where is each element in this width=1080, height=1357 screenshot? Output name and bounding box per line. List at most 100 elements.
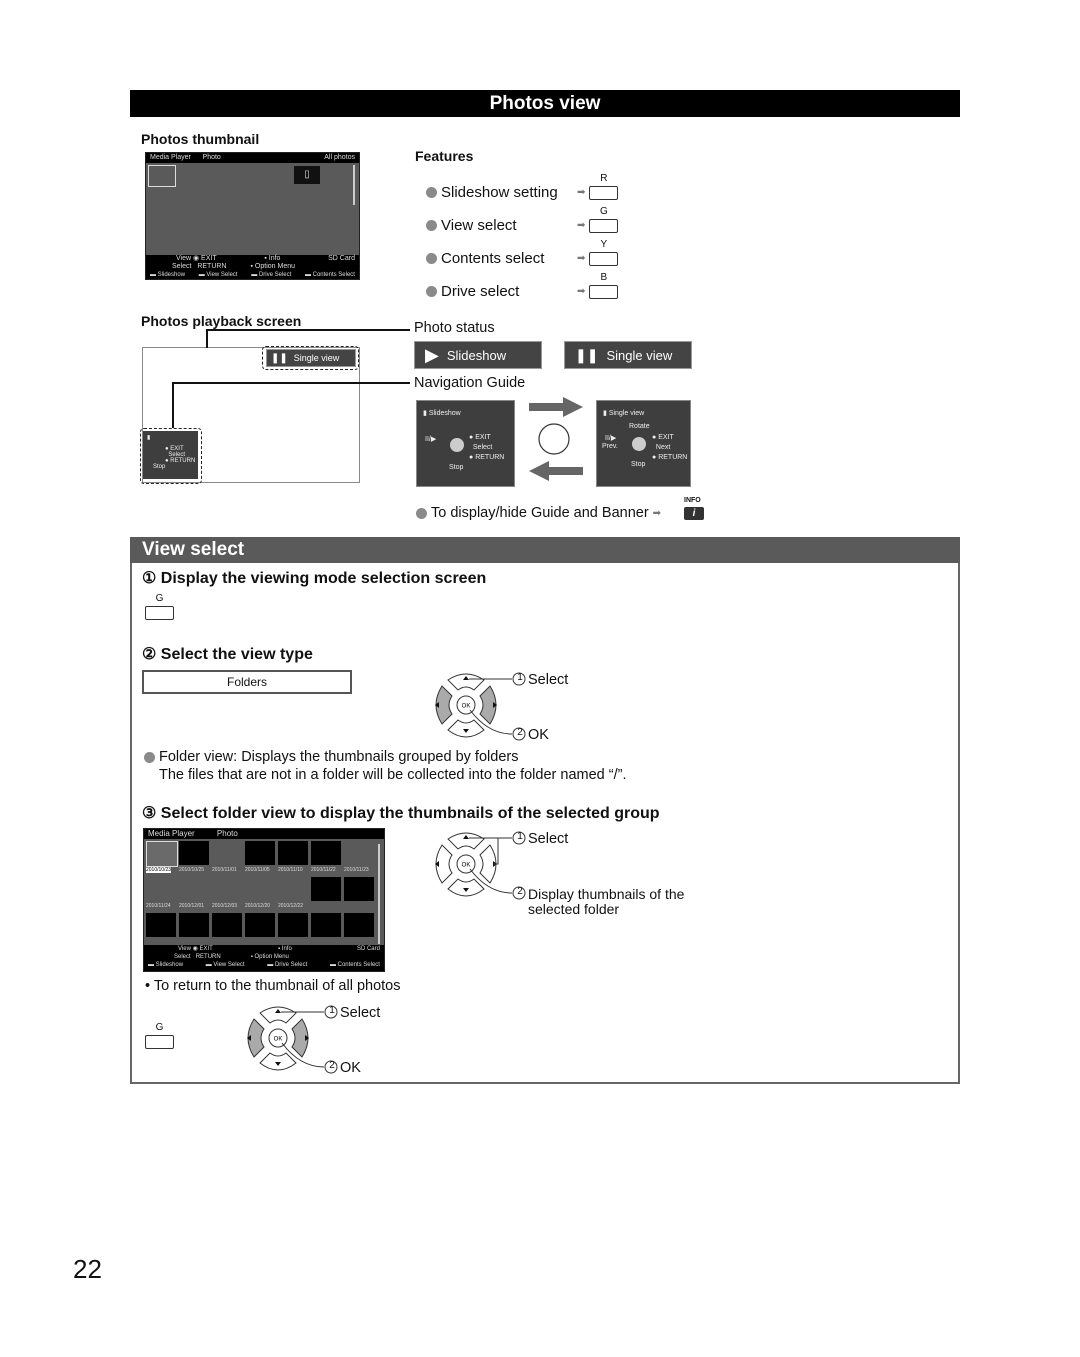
green-button[interactable]: G — [589, 206, 619, 233]
guide-select: Select — [172, 263, 192, 270]
folder-thumb[interactable] — [146, 913, 176, 937]
folder-date: 2010/12/20 — [245, 903, 271, 909]
folder-date: 2010/10/23 — [146, 867, 172, 873]
feature-item: Drive select ➡ B — [426, 272, 626, 308]
button-letter: B — [600, 271, 608, 283]
blue-button[interactable]: B — [589, 272, 619, 299]
step1-green-button[interactable]: G — [145, 593, 174, 625]
badge-number: 1 — [329, 1005, 335, 1016]
guide-info: Info — [281, 946, 292, 952]
step1-title: ① Display the viewing mode selection scr… — [142, 570, 487, 587]
guide-return: RETURN — [170, 458, 196, 464]
folder-thumb[interactable] — [344, 877, 374, 901]
folder-date: 2010/12/01 — [179, 903, 205, 909]
display-label: Display thumbnails of the selected folde… — [528, 886, 685, 917]
playback-guide: ▮ ● EXIT Select ● RETURN Stop — [143, 431, 198, 479]
status-connector — [206, 329, 410, 348]
arrow-right-icon: ➡ — [577, 187, 586, 198]
guide-return: RETURN — [195, 954, 221, 960]
arrow-left-icon — [529, 461, 583, 481]
folder-thumb[interactable] — [179, 913, 209, 937]
blue-key-drive: ▬ Drive Select — [251, 272, 292, 278]
folder-thumb[interactable] — [278, 913, 308, 937]
select-label: Select — [340, 1005, 381, 1021]
toggle-diagram — [529, 397, 583, 481]
folder-thumb[interactable] — [311, 841, 341, 865]
doc-icon: ▮ — [603, 410, 607, 417]
folder-thumb[interactable] — [311, 913, 341, 937]
folder-date: 2010/11/05 — [245, 867, 270, 873]
folder-date: 2010/11/24 — [146, 903, 171, 909]
button-letter: Y — [600, 238, 608, 250]
folder-date: 2010/11/01 — [212, 867, 237, 873]
toggle-note-text: To display/hide Guide and Banner — [431, 505, 649, 521]
folder-date: 2010/12/22 — [278, 903, 304, 909]
guide-stop: Stop — [153, 464, 166, 470]
button-letter: G — [600, 205, 608, 217]
folder-date: 2010/10/25 — [179, 867, 205, 873]
scrollbar[interactable] — [378, 844, 380, 944]
thumbnail-screen: Media Player Photo All photos ▯ View ◉ E… — [145, 152, 360, 280]
scrollbar[interactable] — [353, 165, 355, 205]
dpad-icon — [632, 437, 646, 451]
option-icon: ▪ — [250, 954, 253, 960]
callout-connectors — [172, 329, 410, 428]
screen-mode: Photo — [202, 154, 221, 161]
yellow-key-contents: ▬ Contents Select — [329, 962, 380, 968]
select-label: Select — [528, 831, 569, 847]
guide-view: View — [178, 946, 191, 952]
guide-drive: SD Card — [356, 946, 380, 952]
down-key[interactable] — [259, 1052, 297, 1071]
bullet-icon — [416, 507, 427, 519]
blue-key-drive: ▬ Drive Select — [267, 962, 308, 968]
bullet-icon — [426, 220, 437, 231]
guide-exit: EXIT — [201, 255, 217, 262]
folder-thumb-selected[interactable] — [146, 841, 178, 867]
stop-label: Stop — [449, 464, 464, 471]
red-button[interactable]: R — [589, 173, 619, 200]
ok-key-label: OK — [462, 863, 471, 869]
bullet-icon — [144, 751, 155, 763]
folder-view-note-line2: The files that are not in a folder will … — [159, 767, 627, 783]
section-banner: Photos view — [130, 90, 960, 117]
feature-label: Slideshow setting — [441, 184, 558, 201]
bullet-icon — [426, 187, 437, 198]
feature-item: Contents select ➡ Y — [426, 239, 626, 275]
option-icon: ▪ — [250, 263, 253, 270]
down-key[interactable] — [447, 719, 485, 738]
folder-thumb[interactable] — [278, 841, 308, 865]
return-note: • To return to the thumbnail of all phot… — [145, 978, 401, 994]
return-green-button[interactable]: G — [145, 1022, 174, 1054]
down-key[interactable] — [447, 878, 485, 897]
folder-thumb[interactable] — [179, 841, 209, 865]
navigation-guide-label: Navigation Guide — [414, 375, 526, 391]
screen-mode: Photo — [216, 829, 238, 838]
arrow-right-icon — [529, 397, 583, 417]
folder-thumb[interactable] — [311, 877, 341, 901]
selected-thumbnail[interactable] — [148, 165, 176, 187]
guide-return: RETURN — [197, 263, 227, 270]
guide-view: View — [176, 255, 192, 262]
folder-thumb[interactable] — [212, 913, 242, 937]
button-letter: G — [155, 1022, 164, 1033]
red-key-slideshow: ▬ Slideshow — [148, 962, 184, 968]
button-letter: G — [155, 593, 164, 604]
folder-thumb[interactable] — [245, 841, 275, 865]
play-icon: ▶ — [425, 344, 439, 365]
feature-label: Drive select — [441, 283, 520, 300]
folder-thumb[interactable] — [245, 913, 275, 937]
yellow-key-contents: ▬ Contents Select — [304, 272, 355, 278]
bullet-icon — [426, 286, 437, 297]
folder-thumb[interactable] — [344, 913, 374, 937]
bullet-icon — [426, 253, 437, 264]
feature-item: View select ➡ G — [426, 206, 626, 242]
arrow-right-icon: ➡ — [577, 253, 586, 264]
button-letter: R — [600, 172, 608, 184]
ok-label: OK — [340, 1060, 361, 1076]
info-icon: ▪ — [277, 946, 281, 952]
view-type-option[interactable]: Folders — [142, 670, 352, 694]
guide-option: Option Menu — [254, 954, 289, 960]
yellow-button[interactable]: Y — [589, 239, 619, 266]
stop-label: Stop — [631, 461, 646, 468]
info-button[interactable]: i — [684, 507, 704, 520]
